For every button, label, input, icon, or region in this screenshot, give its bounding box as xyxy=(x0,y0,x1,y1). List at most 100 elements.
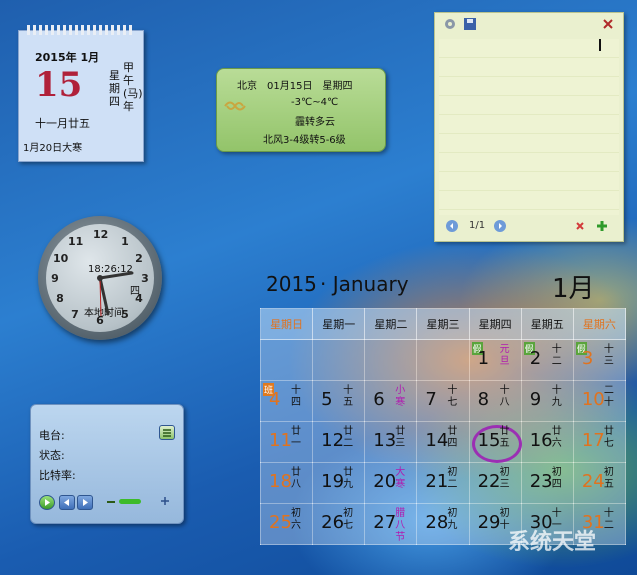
calendar-lunar-date: 腊八节 xyxy=(395,508,406,543)
month-calendar-gadget[interactable]: 2015 · January 1月 星期日 星期一 星期二 星期三 星期四 星期五 星期六 … xyxy=(259,268,627,545)
calendar-day-cell[interactable]: 11 廿一 xyxy=(259,421,314,463)
calendar-day-number: 6 xyxy=(373,389,385,410)
calendar-day-cell[interactable]: 26 初七 xyxy=(312,503,366,545)
list-icon xyxy=(163,429,171,437)
previous-note-icon[interactable] xyxy=(445,219,459,233)
calendar-day-cell[interactable]: 22 初三 xyxy=(468,462,522,504)
weekday-header: 星期二 xyxy=(364,308,418,340)
calendar-month-name-text: January xyxy=(332,272,409,296)
calendar-day-cell[interactable]: 25 初六 xyxy=(259,503,314,545)
note-text-area[interactable] xyxy=(439,39,619,215)
calendar-day-cell[interactable]: 24 初五 xyxy=(572,462,627,504)
calendar-day-cell[interactable]: 23 初四 xyxy=(520,462,574,504)
calendar-day-cell[interactable]: 假 1 元旦 xyxy=(468,339,522,381)
radio-gadget[interactable]: 电台: 状态: 比特率: xyxy=(30,404,184,524)
calendar-lunar-date: 廿四 xyxy=(447,426,458,449)
previous-button[interactable] xyxy=(59,495,75,510)
calendar-day-number: 28 xyxy=(425,512,449,533)
calendar-day-cell[interactable]: 5 十五 xyxy=(312,380,366,422)
calendar-day-number: 22 xyxy=(477,471,501,492)
weekday-header-row: 星期日 星期一 星期二 星期三 星期四 星期五 星期六 xyxy=(259,308,627,340)
radio-status-label: 状态: xyxy=(39,449,65,462)
calendar-lunar-date: 元旦 xyxy=(499,344,510,367)
calendar-lunar-date: 初二 xyxy=(447,467,458,490)
calendar-lunar-date: 廿七 xyxy=(603,426,614,449)
clock-gadget[interactable]: 12 1 2 3 4 5 6 7 8 9 10 11 18:26:12 四 本地… xyxy=(38,216,162,340)
calendar-day-cell[interactable]: 21 初二 xyxy=(416,462,470,504)
next-button[interactable] xyxy=(77,495,93,510)
next-note-icon[interactable] xyxy=(493,219,507,233)
calendar-day-cell[interactable]: 17 廿七 xyxy=(572,421,627,463)
calendar-day-number: 2 xyxy=(529,348,542,369)
calendar-lunar-date: 初九 xyxy=(447,508,458,531)
sticky-notes-gadget[interactable]: 1/1 xyxy=(434,12,624,242)
calendar-lunar-date: 廿二 xyxy=(343,426,354,449)
calendar-day-cell[interactable]: 18 廿八 xyxy=(259,462,314,504)
calendar-day-cell[interactable]: 假 3 十三 xyxy=(572,339,627,381)
calendar-day-cell[interactable]: 12 廿二 xyxy=(312,421,366,463)
calendar-week-row: 班 4 十四 5 十五 6 小寒 7 十七 8 十八 9 十九 10 二十 xyxy=(259,380,627,422)
mini-calendar-gadget[interactable]: 2015年 1月 15 星期四 甲午(马)年 十一月廿五 1月20日大寒 xyxy=(18,25,144,162)
mini-calendar-day: 15 xyxy=(35,65,83,105)
calendar-day-cell[interactable]: 班 4 十四 xyxy=(259,380,314,422)
calendar-day-cell[interactable]: 20 大寒 xyxy=(364,462,418,504)
calendar-day-number: 16 xyxy=(529,430,553,451)
calendar-day-cell xyxy=(259,339,314,381)
play-button[interactable] xyxy=(39,495,55,510)
delete-note-icon[interactable] xyxy=(573,219,587,233)
weekday-header: 星期六 xyxy=(572,308,627,340)
station-list-button[interactable] xyxy=(159,425,175,440)
calendar-lunar-date: 二十 xyxy=(603,385,614,408)
add-note-icon[interactable] xyxy=(595,219,609,233)
calendar-day-cell[interactable]: 27 腊八节 xyxy=(364,503,418,545)
volume-slider[interactable] xyxy=(119,499,141,504)
calendar-day-cell[interactable]: 6 小寒 xyxy=(364,380,418,422)
calendar-day-cell[interactable]: 15 廿五 xyxy=(468,421,522,463)
calendar-day-cell xyxy=(364,339,418,381)
mini-calendar-year-month: 2015年 1月 xyxy=(35,51,100,64)
calendar-day-cell[interactable]: 28 初九 xyxy=(416,503,470,545)
calendar-day-cell[interactable]: 7 十七 xyxy=(416,380,470,422)
calendar-day-cell xyxy=(416,339,470,381)
calendar-lunar-date: 廿六 xyxy=(551,426,562,449)
calendar-week-row: 18 廿八 19 廿九 20 大寒 21 初二 22 初三 23 初四 24 初五 xyxy=(259,462,627,504)
close-icon[interactable] xyxy=(601,17,615,31)
weather-temperature: -3℃~4℃ xyxy=(291,97,339,108)
calendar-day-number: 14 xyxy=(425,430,449,451)
mini-calendar-lunar-date: 十一月廿五 xyxy=(35,117,90,130)
calendar-day-cell[interactable]: 假 2 十二 xyxy=(520,339,574,381)
weather-gadget[interactable]: 北京 01月15日 星期四 -3℃~4℃ 霾转多云 北风3-4级转5-6级 xyxy=(216,68,386,152)
calendar-lunar-date: 初五 xyxy=(603,467,614,490)
calendar-lunar-date: 廿一 xyxy=(291,426,301,449)
calendar-lunar-date: 初四 xyxy=(551,467,562,490)
calendar-day-cell[interactable]: 19 廿九 xyxy=(312,462,366,504)
play-icon xyxy=(45,499,50,506)
calendar-lunar-date: 廿九 xyxy=(343,467,354,490)
calendar-day-number: 4 xyxy=(269,389,281,410)
calendar-lunar-date: 初三 xyxy=(499,467,510,490)
calendar-day-cell[interactable]: 8 十八 xyxy=(468,380,522,422)
calendar-lunar-date: 初六 xyxy=(291,508,301,531)
calendar-day-number: 9 xyxy=(529,389,542,410)
calendar-day-cell[interactable]: 14 廿四 xyxy=(416,421,470,463)
gear-icon[interactable] xyxy=(443,17,457,31)
calendar-day-number: 10 xyxy=(581,389,605,410)
calendar-lunar-date: 十九 xyxy=(551,385,562,408)
save-icon[interactable] xyxy=(463,17,477,31)
watermark-logo: 系统天堂 xyxy=(508,530,597,555)
calendar-day-cell[interactable]: 10 二十 xyxy=(572,380,627,422)
calendar-day-cell[interactable]: 16 廿六 xyxy=(520,421,574,463)
calendar-day-number: 1 xyxy=(477,348,490,369)
calendar-day-number: 27 xyxy=(373,512,397,533)
calendar-day-number: 8 xyxy=(477,389,490,410)
calendar-lunar-date: 廿八 xyxy=(291,467,301,490)
calendar-body: 假 1 元旦假 2 十二假 3 十三班 4 十四 5 十五 6 小寒 7 十七 8 十八 9 十九 10 二十 11 廿一 1… xyxy=(259,339,627,545)
calendar-lunar-date: 十二 xyxy=(603,508,614,531)
calendar-day-number: 12 xyxy=(321,430,345,451)
calendar-day-cell[interactable]: 9 十九 xyxy=(520,380,574,422)
volume-up-icon[interactable] xyxy=(159,495,171,507)
volume-down-icon[interactable] xyxy=(107,501,115,503)
calendar-day-cell[interactable]: 13 廿三 xyxy=(364,421,418,463)
weekday-header: 星期四 xyxy=(468,308,522,340)
calendar-day-number: 20 xyxy=(373,471,397,492)
